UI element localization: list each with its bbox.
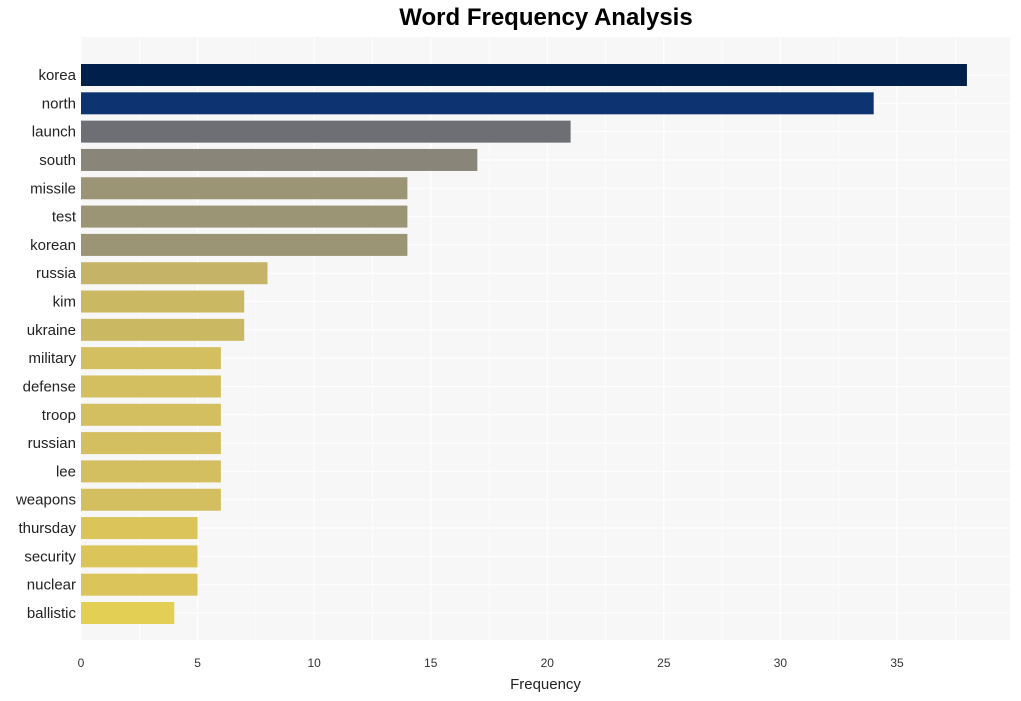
category-label: military [29, 350, 77, 367]
category-label: nuclear [27, 577, 76, 594]
bar-weapons [81, 488, 221, 511]
x-tick-label: 5 [194, 656, 201, 670]
category-label: ballistic [27, 605, 77, 622]
category-label: russian [28, 435, 76, 452]
category-label: weapons [15, 492, 76, 509]
bar-kim [81, 290, 245, 313]
x-tick-label: 30 [774, 656, 788, 670]
category-label: russia [36, 265, 77, 282]
bar-ukraine [81, 318, 245, 341]
bar-russia [81, 262, 268, 285]
category-label: missile [30, 180, 76, 197]
category-label: korea [38, 67, 76, 84]
category-label: security [24, 548, 76, 565]
bar-lee [81, 460, 221, 483]
category-label: thursday [18, 520, 76, 537]
x-tick-label: 10 [307, 656, 321, 670]
category-label: north [42, 95, 76, 112]
bar-south [81, 148, 478, 171]
x-tick-label: 0 [78, 656, 85, 670]
bar-troop [81, 403, 221, 426]
category-label: south [39, 152, 76, 169]
bar-security [81, 545, 198, 568]
bar-russian [81, 432, 221, 455]
category-label: test [52, 209, 77, 226]
x-tick-label: 15 [424, 656, 438, 670]
bar-launch [81, 120, 571, 143]
category-label: ukraine [27, 322, 76, 339]
bar-nuclear [81, 573, 198, 596]
bar-ballistic [81, 602, 175, 624]
category-labels: korea north launch south missile test korean ru… [15, 67, 77, 622]
category-label: troop [42, 407, 76, 424]
x-tick-label: 35 [890, 656, 904, 670]
x-tick-labels: 0 5 10 15 20 25 30 35 [78, 656, 904, 670]
category-label: kim [53, 294, 76, 311]
category-label: lee [56, 463, 76, 480]
x-tick-label: 20 [541, 656, 555, 670]
x-tick-label: 25 [657, 656, 671, 670]
bar-thursday [81, 517, 198, 540]
x-axis-title: Frequency [510, 676, 581, 693]
bar-chart: korea north launch south missile test korean ru… [15, 37, 1010, 693]
bar-north [81, 92, 874, 115]
bar-korean [81, 233, 408, 256]
bar-military [81, 347, 221, 370]
bar-korea [81, 64, 967, 86]
bar-test [81, 205, 408, 228]
category-label: korean [30, 237, 76, 254]
category-label: launch [32, 124, 76, 141]
category-label: defense [23, 378, 76, 395]
bar-missile [81, 177, 408, 200]
bar-defense [81, 375, 221, 398]
